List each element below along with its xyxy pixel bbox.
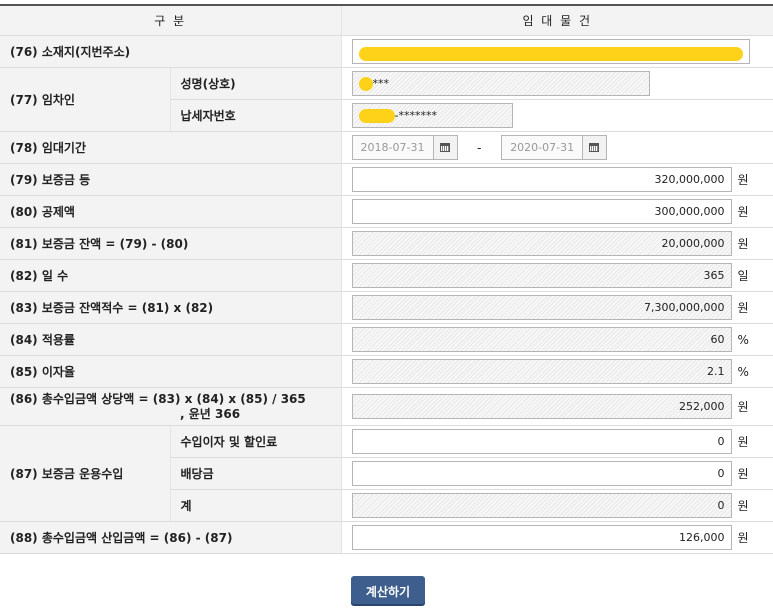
unit-won: 원 bbox=[737, 467, 749, 481]
row-81: (81) 보증금 잔액 = (79) - (80) 20,000,000 원 bbox=[0, 227, 773, 260]
deduction-input[interactable]: 300,000,000 bbox=[351, 199, 732, 224]
equivalent-income-field: 252,000 bbox=[351, 394, 732, 419]
unit-percent: % bbox=[737, 364, 749, 379]
tenant-name-field[interactable]: *** bbox=[351, 71, 650, 96]
interest-rate-field: 2.1 bbox=[351, 359, 732, 384]
label-equivalent-income-line1: (86) 총수입금액 상당액 = (83) x (84) x (85) / 36… bbox=[10, 391, 306, 406]
redacted-name bbox=[358, 77, 373, 91]
deposit-balance-field: 20,000,000 bbox=[351, 231, 732, 256]
row-84: (84) 적용률 60% bbox=[0, 323, 773, 356]
balance-accumulation-field: 7,300,000,000 bbox=[351, 295, 732, 320]
unit-won: 원 bbox=[737, 499, 749, 513]
label-balance-accumulation: (83) 보증금 잔액적수 = (81) x (82) bbox=[0, 291, 341, 324]
deposit-input[interactable]: 320,000,000 bbox=[351, 167, 732, 192]
unit-won: 원 bbox=[737, 531, 749, 545]
redacted-address bbox=[358, 47, 743, 61]
label-rental-period: (78) 임대기간 bbox=[0, 131, 341, 164]
rental-income-table: 구 분 임 대 물 건 (76) 소재지(지번주소) (77) 임차인 성명(상… bbox=[0, 4, 773, 554]
label-deduction: (80) 공제액 bbox=[0, 195, 341, 228]
included-income-input[interactable]: 126,000 bbox=[351, 525, 732, 550]
period-start-field[interactable]: 2018-07-31 bbox=[351, 135, 434, 160]
header-category: 구 분 bbox=[0, 4, 341, 36]
days-field: 365 bbox=[351, 263, 732, 288]
label-tenant: (77) 임차인 bbox=[0, 67, 170, 132]
label-taxpayer-number: 납세자번호 bbox=[169, 99, 341, 132]
row-78: (78) 임대기간 2018-07-31 - 2020-07-31 bbox=[0, 131, 773, 164]
period-end-field[interactable]: 2020-07-31 bbox=[501, 135, 584, 160]
operation-total-field: 0 bbox=[351, 493, 732, 518]
row-87a: (87) 보증금 운용수입 수입이자 및 할인료 0원 bbox=[0, 425, 773, 522]
label-equivalent-income: (86) 총수입금액 상당액 = (83) x (84) x (85) / 36… bbox=[0, 387, 341, 426]
dividend-input[interactable]: 0 bbox=[351, 461, 732, 486]
unit-won: 원 bbox=[737, 205, 749, 219]
label-dividend: 배당금 bbox=[169, 457, 341, 490]
row-85: (85) 이자율 2.1% bbox=[0, 355, 773, 388]
row-82: (82) 일 수 365 일 bbox=[0, 259, 773, 292]
label-applied-rate: (84) 적용률 bbox=[0, 323, 341, 356]
row-83: (83) 보증금 잔액적수 = (81) x (82) 7,300,000,00… bbox=[0, 291, 773, 324]
unit-won: 원 bbox=[737, 435, 749, 449]
row-77a: (77) 임차인 성명(상호) *** bbox=[0, 67, 773, 132]
unit-won: 원 bbox=[737, 237, 749, 251]
label-interest-rate: (85) 이자율 bbox=[0, 355, 341, 388]
address-field[interactable] bbox=[351, 39, 750, 64]
label-deposit-operation-income: (87) 보증금 운용수입 bbox=[0, 425, 170, 522]
label-tenant-name: 성명(상호) bbox=[169, 67, 341, 100]
row-88: (88) 총수입금액 산입금액 = (86) - (87) 126,000 원 bbox=[0, 521, 773, 554]
label-equivalent-income-line2: , 윤년 366 bbox=[180, 406, 241, 421]
applied-rate-field: 60 bbox=[351, 327, 732, 352]
label-address: (76) 소재지(지번주소) bbox=[0, 35, 341, 68]
period-separator: - bbox=[477, 140, 482, 155]
table-header: 구 분 임 대 물 건 bbox=[0, 4, 773, 36]
label-total: 계 bbox=[169, 489, 341, 522]
unit-percent: % bbox=[737, 332, 749, 347]
row-79: (79) 보증금 등 320,000,000 원 bbox=[0, 163, 773, 196]
row-80: (80) 공제액 300,000,000 원 bbox=[0, 195, 773, 228]
unit-won: 원 bbox=[737, 400, 749, 414]
label-deposit-balance: (81) 보증금 잔액 = (79) - (80) bbox=[0, 227, 341, 260]
end-calendar-icon[interactable] bbox=[583, 135, 608, 160]
taxpayer-number-field[interactable]: -******* bbox=[351, 103, 513, 128]
row-86: (86) 총수입금액 상당액 = (83) x (84) x (85) / 36… bbox=[0, 387, 773, 426]
unit-won: 원 bbox=[737, 301, 749, 315]
unit-day: 일 bbox=[737, 269, 749, 283]
interest-discount-input[interactable]: 0 bbox=[351, 429, 732, 454]
label-deposit: (79) 보증금 등 bbox=[0, 163, 341, 196]
label-interest-discount: 수입이자 및 할인료 bbox=[169, 425, 341, 458]
redacted-taxno bbox=[358, 109, 395, 123]
label-days: (82) 일 수 bbox=[0, 259, 341, 292]
header-rental-property: 임 대 물 건 bbox=[340, 4, 773, 36]
start-calendar-icon[interactable] bbox=[433, 135, 458, 160]
label-included-income: (88) 총수입금액 산입금액 = (86) - (87) bbox=[0, 521, 341, 554]
unit-won: 원 bbox=[737, 173, 749, 187]
calculate-button[interactable]: 계산하기 bbox=[351, 576, 425, 606]
row-76: (76) 소재지(지번주소) bbox=[0, 35, 773, 68]
